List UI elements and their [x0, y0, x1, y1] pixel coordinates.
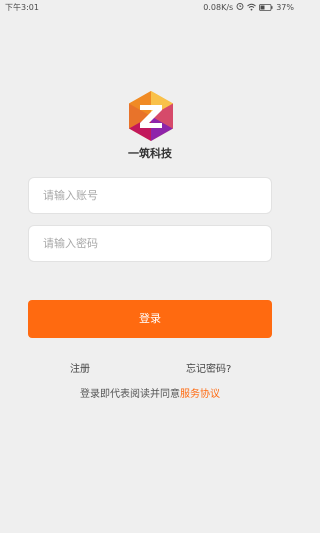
brand-logo [128, 90, 174, 142]
battery-percent: 37% [276, 2, 294, 12]
network-speed: 0.08K/s [203, 2, 234, 12]
status-bar: 下午3:01 0.08K/s 37% [0, 0, 300, 14]
service-agreement-link[interactable]: 服务协议 [180, 389, 220, 400]
login-button[interactable]: 登录 [28, 300, 272, 338]
register-link[interactable]: 注册 [70, 360, 90, 375]
status-time: 下午3:01 [5, 3, 39, 12]
battery-icon [259, 3, 273, 11]
password-input[interactable] [29, 226, 271, 261]
forgot-password-link[interactable]: 忘记密码? [186, 360, 231, 375]
agreement-prefix: 登录即代表阅读并同意 [80, 389, 180, 400]
status-indicators: 0.08K/s 37% [203, 2, 294, 12]
wifi-icon [247, 3, 257, 11]
brand-name: 一筑科技 [128, 147, 172, 160]
alarm-icon [236, 2, 244, 12]
agreement-text: 登录即代表阅读并同意服务协议 [0, 385, 300, 400]
account-input[interactable] [29, 178, 271, 213]
account-field[interactable] [28, 177, 272, 214]
password-field[interactable] [28, 225, 272, 262]
